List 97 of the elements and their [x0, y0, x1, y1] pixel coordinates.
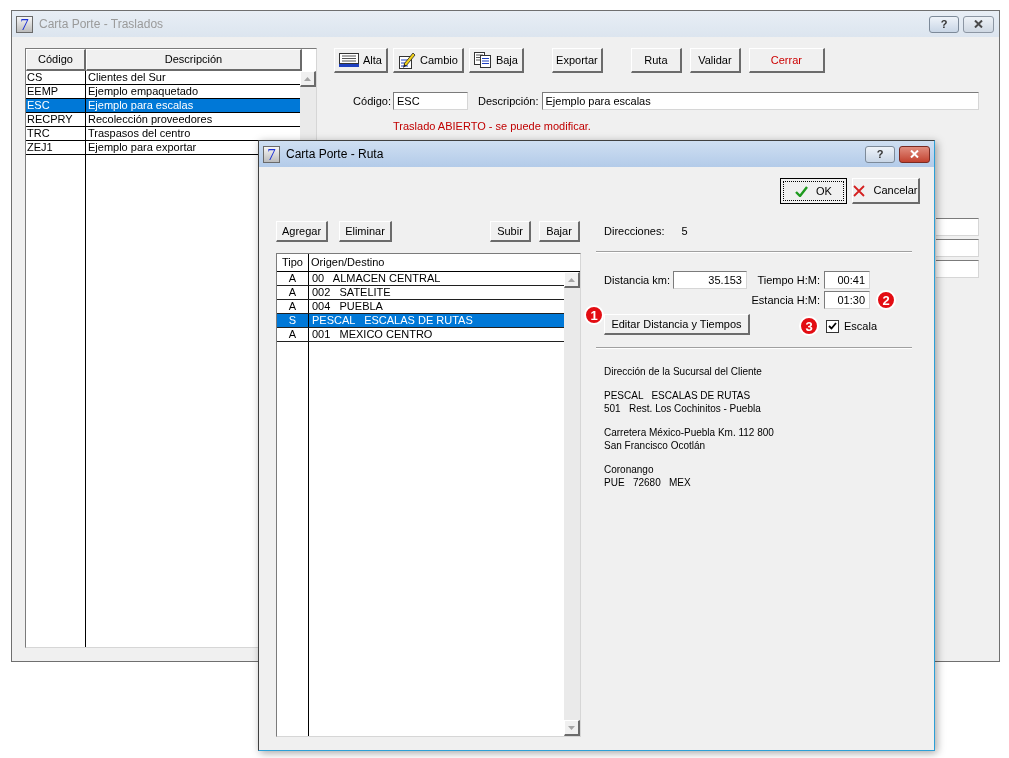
scroll-down-button[interactable] [564, 720, 580, 736]
toolbar-button[interactable]: Baja [468, 48, 524, 73]
up-triangle-icon [568, 277, 575, 282]
callout-number: 2 [876, 290, 896, 310]
list-row[interactable]: ESC Ejemplo para escalas [26, 99, 300, 113]
toolbar-button[interactable]: Cambio [392, 48, 464, 73]
table-cell: ESC [26, 99, 86, 112]
callout-number: 1 [584, 305, 604, 325]
list-row[interactable]: A 002 SATELITE [277, 286, 564, 300]
scroll-up-button[interactable] [300, 71, 316, 87]
input-field[interactable]: 00:41 [824, 271, 870, 289]
close-icon [910, 150, 919, 158]
table-cell: A [277, 286, 309, 299]
address-line: PESCAL ESCALAS DE RUTAS [604, 389, 752, 402]
table-cell-text: 004 PUEBLA [311, 300, 384, 313]
table-cell-text: Ejemplo para escalas [87, 99, 195, 112]
field-label: Código: [352, 93, 392, 109]
table-cell: CS [26, 71, 86, 84]
field-label: Descripción: [478, 93, 539, 109]
address-line: PUE 72680 MEX [604, 476, 692, 489]
toolbar-button[interactable]: Ruta [630, 48, 682, 73]
field-label: Direcciones: [604, 224, 665, 240]
check-icon [795, 185, 809, 197]
documents-icon [473, 52, 492, 68]
table-cell: A [277, 328, 309, 341]
app-logo: 7 [263, 145, 280, 163]
window-title: Carta Porte - Traslados [39, 16, 164, 33]
ok-button[interactable]: OK [780, 178, 847, 204]
input-field[interactable]: ESC [393, 92, 468, 110]
toolbar-button[interactable]: Cerrar [748, 48, 825, 73]
table-cell: S [277, 314, 309, 327]
status-message: Traslado ABIERTO - se puede modificar. [393, 119, 592, 134]
checkbox[interactable] [826, 319, 839, 333]
app-logo: 7 [16, 15, 33, 33]
list-row[interactable]: EEMP Ejemplo empaquetado [26, 85, 300, 99]
down-triangle-icon [568, 725, 575, 730]
table-cell: A [277, 272, 309, 285]
table-cell-text: PESCAL ESCALAS DE RUTAS [311, 314, 474, 327]
input-field[interactable]: 35.153 [673, 271, 747, 289]
input-field[interactable] [936, 238, 979, 257]
up-triangle-icon [304, 76, 311, 81]
list-row[interactable]: S PESCAL ESCALAS DE RUTAS [277, 314, 564, 328]
pencil-paper-icon [397, 51, 416, 69]
table-cell: RECPRY [26, 113, 86, 126]
form-icon [339, 53, 359, 67]
input-field[interactable] [936, 259, 979, 278]
close-icon [974, 20, 983, 28]
column-header[interactable]: Origen/Destino [309, 254, 580, 271]
list-button[interactable]: Agregar [276, 221, 329, 242]
column-header[interactable]: Código [26, 49, 86, 71]
input-field[interactable]: 01:30 [824, 291, 870, 309]
table-cell-text: 002 SATELITE [311, 286, 392, 299]
column-header[interactable]: Descripción [86, 49, 302, 71]
table-cell: EEMP [26, 85, 86, 98]
close-button[interactable] [963, 15, 994, 33]
table-cell: ZEJ1 [26, 141, 86, 154]
list-button[interactable]: Subir [490, 221, 531, 242]
table-cell-text: Ejemplo empaquetado [87, 85, 200, 98]
edit-distance-button[interactable]: Editar Distancia y Tiempos [604, 314, 750, 335]
callout-number: 3 [799, 316, 819, 336]
table-cell-text: 00 ALMACEN CENTRAL [311, 272, 442, 285]
cross-icon [853, 184, 866, 197]
table-cell-text: Clientes del Sur [87, 71, 167, 84]
scroll-up-button[interactable] [564, 272, 580, 288]
address-line: Carretera México-Puebla Km. 112 800 [604, 426, 775, 439]
field-label: Distancia km: [604, 272, 672, 288]
list-row[interactable]: A 00 ALMACEN CENTRAL [277, 272, 564, 286]
address-heading: Dirección de la Sucursal del Cliente [604, 365, 763, 378]
list-button[interactable]: Eliminar [339, 221, 392, 242]
list-row[interactable]: CS Clientes del Sur [26, 71, 300, 85]
cancel-button[interactable]: Cancelar [852, 178, 920, 204]
help-button[interactable]: ? [929, 15, 959, 33]
list-row[interactable]: A 001 MEXICO CENTRO [277, 328, 564, 342]
count-value: 5 [681, 224, 688, 240]
list-row[interactable]: RECPRY Recolección proveedores [26, 113, 300, 127]
address-line: 501 Rest. Los Cochinitos - Puebla [604, 402, 762, 415]
table-cell-text: 001 MEXICO CENTRO [311, 328, 434, 341]
list-row[interactable]: A 004 PUEBLA [277, 300, 564, 314]
table-cell: A [277, 300, 309, 313]
table-cell-text: Recolección proveedores [87, 113, 214, 126]
column-header[interactable]: Tipo [277, 254, 309, 271]
field-label: Estancia H:M: [750, 292, 821, 308]
checkbox-label[interactable]: Escala [844, 317, 878, 335]
close-button[interactable] [899, 145, 930, 163]
scrollbar[interactable] [564, 272, 580, 736]
help-button[interactable]: ? [865, 145, 895, 163]
toolbar-button[interactable]: Alta [334, 48, 388, 73]
toolbar-button[interactable]: Validar [689, 48, 741, 73]
address-line: San Francisco Ocotlán [604, 439, 707, 452]
list-button[interactable]: Bajar [539, 221, 580, 242]
input-field[interactable] [936, 217, 979, 236]
table-cell: TRC [26, 127, 86, 140]
table-cell-text: Traspasos del centro [87, 127, 192, 140]
input-field[interactable]: Ejemplo para escalas [541, 92, 979, 110]
toolbar-button[interactable]: Exportar [551, 48, 603, 73]
address-line: Coronango [604, 463, 655, 476]
field-label: Tiempo H:M: [756, 272, 821, 288]
